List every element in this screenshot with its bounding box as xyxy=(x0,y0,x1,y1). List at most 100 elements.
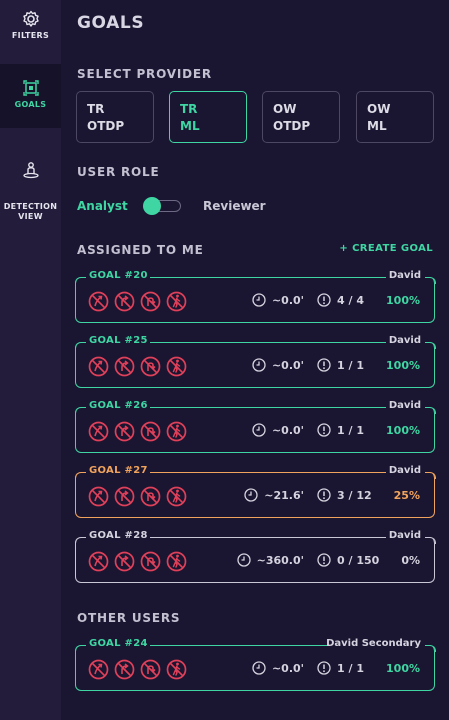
card-border xyxy=(74,472,86,479)
provider-line1: TR xyxy=(180,102,198,116)
goal-card[interactable]: GOAL #27 David ~21.6' 3 / 12 25% xyxy=(74,465,436,518)
provider-line2: OTDP xyxy=(273,119,311,133)
no-right-turn-icon xyxy=(114,421,135,442)
alert-icon xyxy=(317,553,331,567)
gear-icon xyxy=(0,10,61,28)
no-straight-icon xyxy=(88,421,109,442)
card-border xyxy=(74,407,86,414)
no-u-turn-icon xyxy=(140,486,161,507)
provider-option-tr-ml[interactable]: TR ML xyxy=(169,91,247,143)
sidebar-item-goals[interactable]: GOALS xyxy=(0,64,61,128)
sidebar-label: GOALS xyxy=(14,100,47,109)
goal-count: 1 / 1 xyxy=(337,423,365,437)
goal-percent: 100% xyxy=(386,423,420,437)
goal-name: GOAL #26 xyxy=(89,400,148,411)
clock-icon xyxy=(252,293,266,307)
sidebar-label: FILTERS xyxy=(11,31,50,40)
goal-name: GOAL #20 xyxy=(89,270,148,281)
no-pedestrian-icon xyxy=(166,659,187,680)
toggle-knob xyxy=(143,197,161,215)
restriction-icons xyxy=(88,291,192,313)
no-straight-icon xyxy=(88,291,109,312)
alert-icon xyxy=(317,488,331,502)
goal-time: ~360.0' xyxy=(256,553,305,567)
no-u-turn-icon xyxy=(140,421,161,442)
no-right-turn-icon xyxy=(114,659,135,680)
no-u-turn-icon xyxy=(140,291,161,312)
provider-line1: OW xyxy=(367,102,391,116)
create-goal-button[interactable]: + CREATE GOAL xyxy=(339,243,433,254)
sidebar-item-filters[interactable]: FILTERS xyxy=(0,10,61,50)
sidebar-item-detection-view[interactable]: DETECTION VIEW xyxy=(0,141,61,221)
no-right-turn-icon xyxy=(114,356,135,377)
sidebar-label: DETECTION VIEW xyxy=(3,202,58,221)
goal-owner: David xyxy=(388,335,421,346)
no-straight-icon xyxy=(88,356,109,377)
card-border xyxy=(74,342,86,349)
person-detection-icon xyxy=(0,161,61,179)
no-right-turn-icon xyxy=(114,551,135,572)
role-toggle[interactable] xyxy=(143,197,183,215)
goal-percent: 100% xyxy=(386,661,420,675)
goal-card[interactable]: GOAL #26 David ~0.0' 1 / 1 100% xyxy=(74,400,436,453)
no-u-turn-icon xyxy=(140,356,161,377)
goal-time: ~0.0' xyxy=(271,358,305,372)
goal-percent: 25% xyxy=(393,488,420,502)
page-title: GOALS xyxy=(77,13,145,33)
goal-card[interactable]: GOAL #24 David Secondary ~0.0' 1 / 1 100% xyxy=(74,638,436,691)
goal-stats: ~360.0' 0 / 150 0% xyxy=(236,553,420,571)
goal-stats: ~0.0' 1 / 1 100% xyxy=(252,423,420,441)
card-border xyxy=(150,407,386,408)
provider-line2: ML xyxy=(180,119,200,133)
main-panel: GOALS SELECT PROVIDER TR OTDP TR ML OW OTDP… xyxy=(61,0,449,720)
card-border xyxy=(150,342,386,343)
goal-stats: ~0.0' 1 / 1 100% xyxy=(252,358,420,376)
sidebar: FILTERS GOALS DETECTION VIEW xyxy=(0,0,61,720)
goal-owner: David xyxy=(388,465,421,476)
restriction-icons xyxy=(88,486,192,508)
no-pedestrian-icon xyxy=(166,291,187,312)
goal-time: ~21.6' xyxy=(264,488,305,502)
restriction-icons xyxy=(88,659,192,681)
card-border xyxy=(150,645,330,646)
select-provider-label: SELECT PROVIDER xyxy=(77,67,212,81)
alert-icon xyxy=(317,423,331,437)
goal-time: ~0.0' xyxy=(271,661,305,675)
clock-icon xyxy=(252,661,266,675)
provider-option-tr-otdp[interactable]: TR OTDP xyxy=(76,91,154,143)
card-border xyxy=(424,537,436,544)
user-role-label: USER ROLE xyxy=(77,165,160,179)
goal-percent: 0% xyxy=(401,553,420,567)
no-pedestrian-icon xyxy=(166,421,187,442)
goal-card[interactable]: GOAL #28 David ~360.0' 0 / 150 0% xyxy=(74,530,436,583)
no-pedestrian-icon xyxy=(166,486,187,507)
restriction-icons xyxy=(88,356,192,378)
goal-time: ~0.0' xyxy=(271,293,305,307)
goal-count: 1 / 1 xyxy=(337,661,365,675)
goal-name: GOAL #27 xyxy=(89,465,148,476)
goal-percent: 100% xyxy=(386,293,420,307)
goal-count: 3 / 12 xyxy=(337,488,372,502)
no-straight-icon xyxy=(88,659,109,680)
goal-owner: David Secondary xyxy=(326,638,421,649)
goal-card[interactable]: GOAL #20 David ~0.0' 4 / 4 100% xyxy=(74,270,436,323)
card-border xyxy=(150,537,386,538)
provider-option-ow-otdp[interactable]: OW OTDP xyxy=(262,91,340,143)
clock-icon xyxy=(252,358,266,372)
role-analyst-label[interactable]: Analyst xyxy=(77,199,128,213)
card-border xyxy=(74,645,86,652)
goal-owner: David xyxy=(388,270,421,281)
goal-count: 1 / 1 xyxy=(337,358,365,372)
goal-owner: David xyxy=(388,400,421,411)
role-reviewer-label[interactable]: Reviewer xyxy=(203,199,266,213)
provider-option-ow-ml[interactable]: OW ML xyxy=(356,91,434,143)
goal-count: 0 / 150 xyxy=(337,553,380,567)
goal-stats: ~0.0' 1 / 1 100% xyxy=(252,661,420,679)
card-border xyxy=(424,277,436,284)
clock-icon xyxy=(236,553,251,567)
no-pedestrian-icon xyxy=(166,551,187,572)
provider-line2: ML xyxy=(367,119,387,133)
goal-name: GOAL #25 xyxy=(89,335,148,346)
goal-card[interactable]: GOAL #25 David ~0.0' 1 / 1 100% xyxy=(74,335,436,388)
alert-icon xyxy=(317,293,331,307)
